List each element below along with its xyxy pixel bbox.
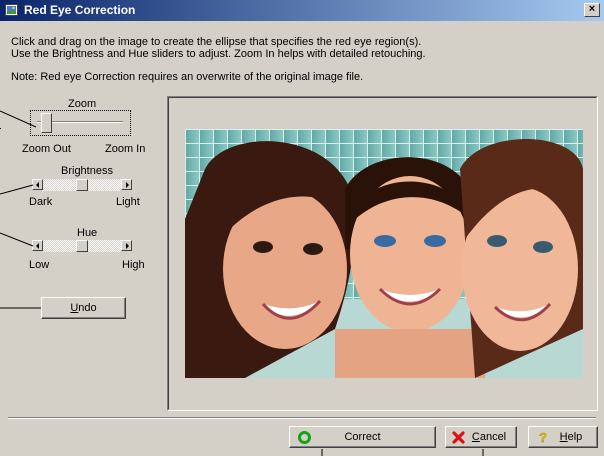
hue-slider[interactable] xyxy=(32,240,132,252)
brightness-light-label: Light xyxy=(116,196,140,208)
help-mnemonic: H xyxy=(559,431,568,443)
zoom-label: Zoom xyxy=(68,98,97,110)
undo-mnemonic: U xyxy=(70,302,79,314)
red-eye-dialog: Red Eye Correction × Click and drag on t… xyxy=(0,0,604,456)
correct-label: Correct xyxy=(344,431,381,443)
callout-zoom xyxy=(0,128,1,129)
hue-low-label: Low xyxy=(29,259,50,271)
window-title: Red Eye Correction xyxy=(24,3,136,17)
help-label-rest: elp xyxy=(567,431,583,443)
correct-button[interactable]: Correct xyxy=(289,426,436,448)
hue-thumb[interactable] xyxy=(76,240,88,252)
undo-button[interactable]: Undo xyxy=(41,297,126,319)
help-button[interactable]: ? Help xyxy=(528,426,598,448)
left-arrow-icon xyxy=(36,182,39,188)
brightness-label: Brightness xyxy=(61,165,113,177)
close-icon: × xyxy=(588,3,596,15)
photo-preview[interactable] xyxy=(185,129,583,378)
zoom-out-label: Zoom Out xyxy=(22,143,71,155)
title-bar[interactable]: Red Eye Correction × xyxy=(0,0,604,21)
right-arrow-icon xyxy=(126,182,129,188)
image-app-icon xyxy=(5,4,18,16)
cancel-label-rest: ancel xyxy=(479,431,507,443)
hue-increase-button[interactable] xyxy=(121,240,132,251)
image-preview-panel[interactable] xyxy=(167,96,598,411)
zoom-slider[interactable] xyxy=(30,110,131,136)
hue-high-label: High xyxy=(122,259,145,271)
cancel-button[interactable]: Cancel xyxy=(445,426,517,448)
hue-decrease-button[interactable] xyxy=(32,240,43,251)
undo-label-rest: ndo xyxy=(78,302,97,314)
hue-label: Hue xyxy=(77,227,98,239)
zoom-in-label: Zoom In xyxy=(105,143,146,155)
brightness-slider[interactable] xyxy=(32,179,132,191)
zoom-thumb[interactable] xyxy=(40,113,52,133)
right-arrow-icon xyxy=(126,243,129,249)
close-button[interactable]: × xyxy=(584,3,600,17)
overwrite-note: Note: Red eye Correction requires an ove… xyxy=(11,71,364,83)
brightness-increase-button[interactable] xyxy=(121,179,132,190)
cancel-mnemonic: C xyxy=(471,431,480,443)
left-arrow-icon xyxy=(36,243,39,249)
brightness-thumb[interactable] xyxy=(76,179,88,191)
brightness-dark-label: Dark xyxy=(29,196,53,208)
instruction-line-2: Use the Brightness and Hue sliders to ad… xyxy=(11,48,426,60)
button-divider xyxy=(8,417,596,419)
brightness-decrease-button[interactable] xyxy=(32,179,43,190)
